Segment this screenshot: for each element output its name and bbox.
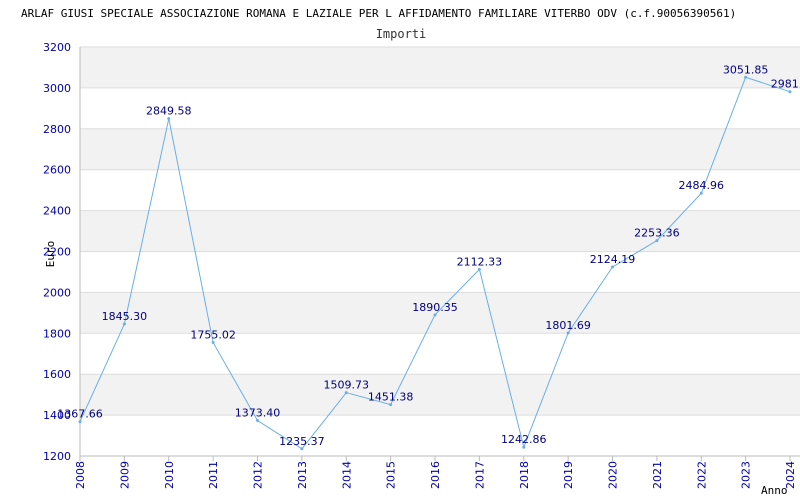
y-tick-1200: 1200 (43, 450, 71, 463)
x-tick-2016: 2016 (429, 461, 442, 489)
plot-bands (80, 47, 800, 416)
x-tick-2010: 2010 (163, 461, 176, 489)
data-label-2016: 1890.35 (412, 301, 458, 314)
chart-title: ARLAF GIUSI SPECIALE ASSOCIAZIONE ROMANA… (21, 7, 736, 20)
chart-subtitle: Importi (376, 27, 427, 41)
data-label-2009: 1845.30 (102, 310, 148, 323)
x-tick-2017: 2017 (473, 461, 486, 489)
x-tick-2022: 2022 (695, 461, 708, 489)
data-label-2013: 1235.37 (279, 435, 325, 448)
data-label-2023: 3051.85 (723, 63, 769, 76)
x-tick-2014: 2014 (340, 461, 353, 489)
x-tick-labels: 2008 2009 2010 2011 2012 2013 2014 2015 2016 2017… (74, 456, 797, 489)
data-label-2008: 1367.66 (57, 408, 103, 421)
data-label-2020: 2124.19 (590, 253, 636, 266)
data-label-2019: 1801.69 (545, 319, 591, 332)
x-tick-2013: 2013 (296, 461, 309, 489)
data-label-2017: 2112.33 (457, 255, 503, 268)
y-tick-2400: 2400 (43, 205, 71, 218)
x-tick-2009: 2009 (118, 461, 131, 489)
x-tick-2012: 2012 (252, 461, 265, 489)
data-label-2014: 1509.73 (324, 379, 370, 392)
x-axis-label: Anno (761, 484, 788, 497)
x-tick-2021: 2021 (651, 461, 664, 489)
y-tick-2000: 2000 (43, 286, 71, 299)
data-label-2021: 2253.36 (634, 227, 680, 240)
y-tick-3200: 3200 (43, 41, 71, 54)
data-label-2011: 1755.02 (190, 328, 236, 341)
y-tick-1800: 1800 (43, 327, 71, 340)
data-label-2015: 1451.38 (368, 391, 414, 404)
x-tick-2020: 2020 (607, 461, 620, 489)
chart: ARLAF GIUSI SPECIALE ASSOCIAZIONE ROMANA… (21, 7, 800, 497)
y-axis-label: Euro (44, 241, 57, 268)
x-tick-2015: 2015 (385, 461, 398, 489)
data-label-2022: 2484.96 (679, 179, 725, 192)
x-tick-2023: 2023 (740, 461, 753, 489)
data-label-2024: 2981.4 (771, 78, 800, 91)
y-tick-3000: 3000 (43, 82, 71, 95)
y-tick-1600: 1600 (43, 368, 71, 381)
x-tick-2011: 2011 (207, 461, 220, 489)
band-2600 (80, 128, 800, 170)
x-tick-2008: 2008 (74, 461, 87, 489)
band-3000 (80, 47, 800, 88)
data-label-2018: 1242.86 (501, 433, 547, 446)
x-tick-2019: 2019 (562, 461, 575, 489)
y-tick-2600: 2600 (43, 164, 71, 177)
y-tick-2800: 2800 (43, 123, 71, 136)
data-label-2010: 2849.58 (146, 105, 192, 118)
data-label-2012: 1373.40 (235, 407, 281, 420)
x-tick-2018: 2018 (518, 461, 531, 489)
band-1400 (80, 374, 800, 416)
